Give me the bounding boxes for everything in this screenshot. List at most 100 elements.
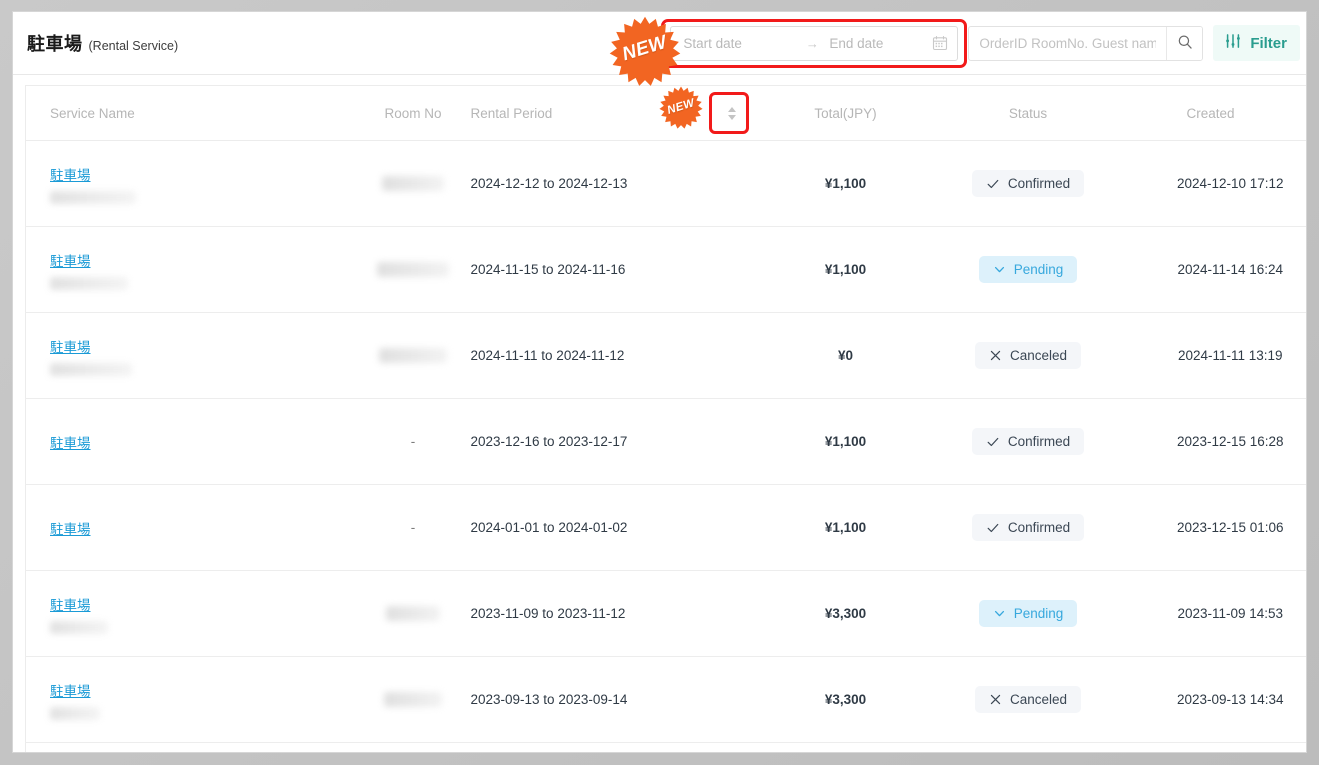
service-name-link[interactable]: 駐車場: [50, 594, 91, 614]
table-row[interactable]: 駐車場 2023-09-13 to 2023-09-14 ¥3,300 Cancele…: [25, 656, 1306, 743]
column-header-rental-period[interactable]: Rental Period: [470, 85, 716, 141]
period-sort-control-wrapper: [708, 92, 749, 134]
page-title: 駐車場 (Rental Service): [27, 30, 178, 56]
status-badge[interactable]: Pending: [978, 256, 1078, 283]
redacted-room-no: [382, 176, 444, 191]
cell-status: Confirmed: [935, 398, 1121, 485]
cell-room-no: [355, 226, 471, 313]
cell-spacer: [715, 312, 756, 399]
cell-room-no: -: [355, 398, 471, 485]
cell-total: ¥1,100: [755, 484, 936, 571]
cell-room-no: [355, 140, 471, 227]
search-box: [968, 25, 1204, 61]
cell-created: 2023-11-09 14:53: [1120, 570, 1306, 657]
column-header-service-name[interactable]: Service Name: [25, 85, 356, 141]
cell-created: 2024-12-10 17:12: [1120, 140, 1306, 227]
redacted-room-no: [379, 348, 447, 363]
caret-up-icon: [727, 106, 736, 112]
status-badge: Canceled: [974, 342, 1082, 369]
room-no-value: -: [410, 434, 416, 449]
table-row[interactable]: 駐車場 2023-11-09 to 2023-11-12 ¥3,300 Pending…: [25, 570, 1306, 657]
filter-button[interactable]: Filter: [1213, 25, 1300, 61]
service-name-link[interactable]: 駐車場: [50, 680, 91, 700]
status-badge: Confirmed: [971, 514, 1085, 541]
table-row[interactable]: 駐車場 2024-11-15 to 2024-11-16 ¥1,100 Pending…: [25, 226, 1306, 313]
service-name-link[interactable]: 駐車場: [50, 336, 91, 356]
sliders-icon: [1224, 32, 1242, 54]
table-header: Service Name Room No Rental Period Total…: [25, 85, 1308, 141]
cell-created: 2023-12-15 16:28: [1120, 398, 1306, 485]
cell-status: Confirmed: [935, 742, 1121, 752]
cell-created: 2023-09-13 14:34: [1120, 656, 1306, 743]
cell-created: 2024-11-14 16:24: [1120, 226, 1306, 313]
page-title-main: 駐車場: [27, 34, 83, 54]
redacted-guest-name: [50, 276, 128, 290]
redacted-guest-name: [50, 362, 132, 376]
cell-total: ¥1,100: [755, 398, 936, 485]
end-date-input[interactable]: End date: [829, 36, 930, 51]
status-badge[interactable]: Pending: [978, 600, 1078, 627]
status-badge: Confirmed: [971, 428, 1085, 455]
created-sort-button[interactable]: [1307, 98, 1308, 128]
service-name-link[interactable]: 駐車場: [50, 432, 91, 452]
table-container: Service Name Room No Rental Period Total…: [13, 75, 1308, 752]
cell-rental-period: 2024-11-11 to 2024-11-12: [470, 312, 716, 399]
check-icon: [986, 177, 1000, 191]
column-header-status[interactable]: Status: [935, 85, 1121, 141]
column-header-created-sort: [1300, 85, 1308, 141]
status-badge-label: Canceled: [1009, 692, 1068, 707]
date-range-picker[interactable]: Start date → End date: [670, 25, 959, 61]
table-row[interactable]: 駐車場 - 2023-12-16 to 2023-12-17 ¥1,100 Confir…: [25, 398, 1306, 485]
column-header-total[interactable]: Total(JPY): [755, 85, 936, 141]
cell-total: ¥3,300: [755, 570, 936, 657]
cell-status: Pending: [935, 226, 1121, 313]
table-row[interactable]: 駐車場 2024-12-12 to 2024-12-13 ¥1,100 Confirm…: [25, 140, 1306, 227]
cell-spacer: [715, 398, 756, 485]
column-header-room-no[interactable]: Room No: [355, 85, 471, 141]
redacted-room-no: [377, 262, 449, 277]
redacted-room-no: [384, 692, 442, 707]
rental-period-sort-button[interactable]: [722, 98, 742, 128]
column-header-period-sort: [708, 85, 756, 141]
filter-button-label: Filter: [1250, 34, 1287, 52]
cell-created: 2023-09-06 14:15: [1120, 742, 1306, 752]
cell-room-no: [355, 312, 471, 399]
search-button[interactable]: [1166, 26, 1203, 60]
cell-total: ¥1,100: [755, 140, 936, 227]
status-badge-label: Pending: [1013, 606, 1064, 621]
screenshot-frame: 駐車場 (Rental Service) Start date → End da…: [0, 0, 1319, 765]
table-row[interactable]: 駐車場 - 2024-01-01 to 2024-01-02 ¥1,100 Confir…: [25, 484, 1306, 571]
cell-created: 2024-11-11 13:19: [1120, 312, 1306, 399]
table-body: 駐車場 2024-12-12 to 2024-12-13 ¥1,100 Confirm…: [25, 140, 1306, 752]
cell-rental-period: 2023-11-09 to 2023-11-12: [470, 570, 716, 657]
redacted-guest-name: [50, 706, 100, 720]
close-icon: [989, 349, 1002, 362]
search-icon: [1177, 34, 1193, 53]
column-header-created[interactable]: Created: [1120, 85, 1301, 141]
cell-status: Confirmed: [935, 140, 1121, 227]
cell-status: Canceled: [935, 312, 1121, 399]
chevron-down-icon: [993, 607, 1006, 620]
cell-total: ¥1,100: [755, 226, 936, 313]
table-row[interactable]: 駐車場 2024-11-11 to 2024-11-12 ¥0 Canceled 202…: [25, 312, 1306, 399]
chevron-down-icon: [993, 263, 1006, 276]
cell-spacer: [715, 742, 756, 752]
page-header: 駐車場 (Rental Service) Start date → End da…: [13, 12, 1306, 75]
service-name-link[interactable]: 駐車場: [50, 518, 91, 538]
check-icon: [986, 521, 1000, 535]
cell-total: ¥3,300: [755, 656, 936, 743]
cell-service-name: 駐車場: [25, 742, 356, 752]
calendar-icon[interactable]: [932, 35, 948, 51]
cell-service-name: 駐車場: [25, 656, 356, 743]
cell-status: Canceled: [935, 656, 1121, 743]
cell-status: Pending: [935, 570, 1121, 657]
service-name-link[interactable]: 駐車場: [50, 164, 91, 184]
service-name-link[interactable]: 駐車場: [50, 250, 91, 270]
cell-rental-period: 2024-01-01 to 2024-01-02: [470, 484, 716, 571]
cell-service-name: 駐車場: [25, 484, 356, 571]
search-input[interactable]: [969, 26, 1167, 60]
start-date-input[interactable]: Start date: [683, 36, 795, 51]
table-row[interactable]: 駐車場 2023-09-06 to 2023-09-06 ¥1,000Confirm…: [25, 742, 1306, 752]
date-range-arrow-icon: →: [805, 35, 819, 51]
status-badge-label: Pending: [1013, 262, 1064, 277]
